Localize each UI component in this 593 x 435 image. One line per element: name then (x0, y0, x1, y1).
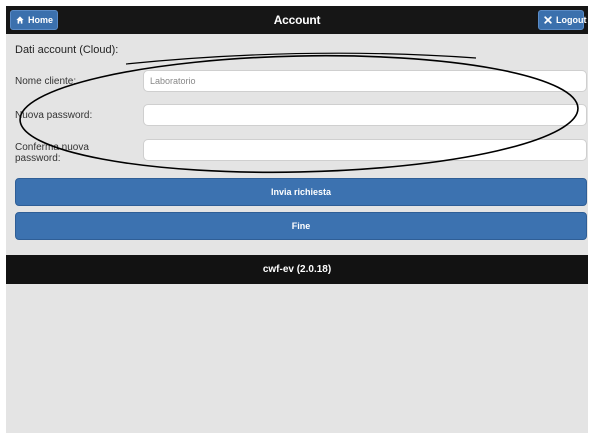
logout-button-label: Logout (556, 15, 587, 25)
section-label: Dati account (Cloud): (15, 44, 119, 56)
close-icon (544, 16, 552, 24)
page-title: Account (273, 13, 321, 27)
header-bar: Home Account Logout (6, 6, 588, 34)
submit-request-button[interactable]: Invia richiesta (15, 178, 587, 206)
confirm-password-label: Conferma nuova password: (15, 142, 89, 164)
logout-button[interactable]: Logout (538, 10, 587, 30)
new-password-label: Nuova password: (15, 110, 93, 121)
version-footer: cwf-ev (2.0.18) (6, 255, 588, 284)
customer-name-input[interactable] (143, 70, 587, 92)
customer-name-label: Nome cliente: (15, 76, 77, 87)
app-screen: Home Account Logout Dati account (Cloud)… (6, 6, 588, 433)
done-button[interactable]: Fine (15, 212, 587, 240)
new-password-input[interactable] (143, 104, 587, 126)
confirm-password-input[interactable] (143, 139, 587, 161)
